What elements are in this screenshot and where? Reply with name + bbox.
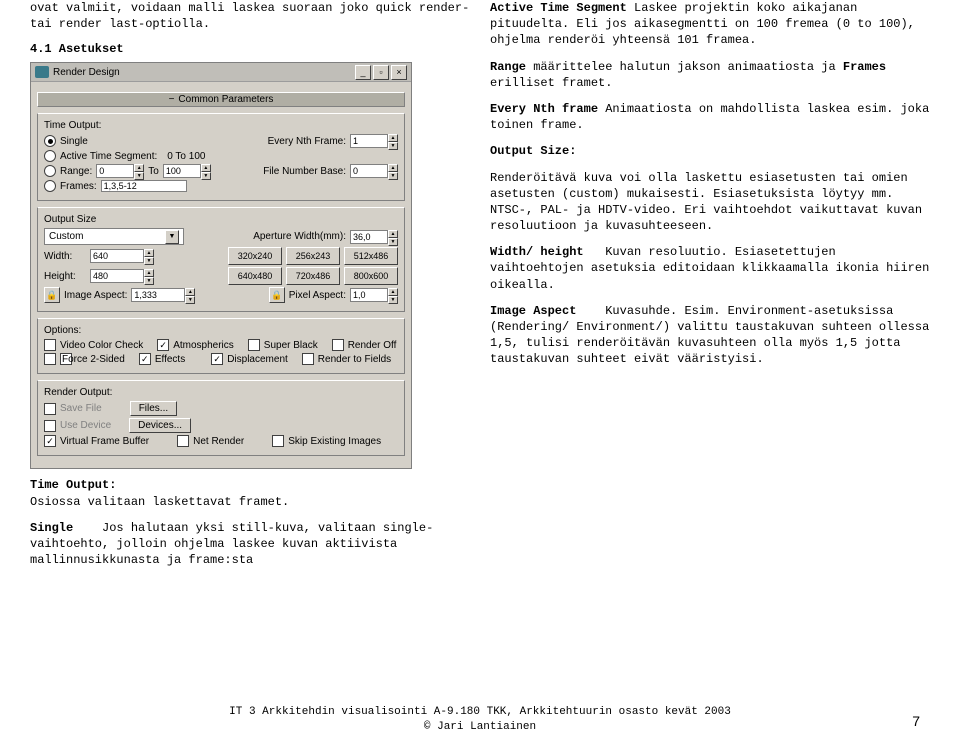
radio-range[interactable] [44,165,56,177]
frames-input[interactable] [101,180,187,192]
file-number-base-input[interactable]: ▲▼ [350,164,398,178]
intro-text: ovat valmiit, voidaan malli laskea suora… [30,0,470,32]
time-output-label: Time Output: [44,120,398,131]
output-size-body: Renderöitävä kuva voi olla laskettu esia… [490,170,930,235]
files-button[interactable]: Files... [130,401,177,416]
page-footer: IT 3 Arkkitehdin visualisointi A-9.180 T… [0,705,960,734]
range-frames-text: Range määrittelee halutun jakson animaat… [490,59,930,91]
lock-icon[interactable]: 🔒 [269,287,285,303]
height-input[interactable]: ▲▼ [90,269,154,283]
output-size-group: Output Size Custom ▼ Aperture Width(mm):… [37,207,405,312]
image-aspect-text: Image Aspect Kuvasuhde. Esim. Environmen… [490,303,930,368]
output-size-label: Output Size [44,214,398,225]
width-input[interactable]: ▲▼ [90,249,154,263]
output-size-heading: Output Size: [490,144,576,158]
aperture-input[interactable]: ▲▼ [350,230,398,244]
lock-icon[interactable]: 🔒 [44,287,60,303]
render-output-group: Render Output: Save File Files... Use De… [37,380,405,456]
render-dialog: Render Design _ ▫ × −Common Parameters T… [30,62,412,469]
devices-button[interactable]: Devices... [129,418,191,433]
common-params-header[interactable]: −Common Parameters [37,92,405,107]
range-to-input[interactable]: ▲▼ [163,164,211,178]
page-number: 7 [912,712,920,730]
check-displacement[interactable] [211,353,223,365]
pixel-aspect-input[interactable]: ▲▼ [350,288,398,302]
options-label: Options: [44,325,398,336]
check-render-off[interactable] [332,339,344,351]
time-output-text: Time Output: Osiossa valitaan laskettava… [30,477,470,509]
dialog-title: Render Design [53,67,120,78]
radio-active-segment[interactable] [44,150,56,162]
check-video-color[interactable] [44,339,56,351]
check-super-black[interactable] [248,339,260,351]
every-nth-text: Every Nth frame Animaatiosta on mahdolli… [490,101,930,133]
dialog-titlebar: Render Design _ ▫ × [31,63,411,82]
check-effects[interactable] [139,353,151,365]
check-use-device[interactable] [44,420,56,432]
time-output-group: Time Output: Single Every Nth Frame: ▲▼ [37,113,405,201]
radio-frames[interactable] [44,180,56,192]
check-net-render[interactable] [177,435,189,447]
preset-dropdown[interactable]: Custom ▼ [44,228,184,245]
check-force-2sided[interactable] [44,353,56,365]
restore-icon[interactable]: ▫ [373,65,389,80]
every-nth-input[interactable]: ▲▼ [350,134,398,148]
width-height-text: Width/ height Kuvan resoluutio. Esiasete… [490,244,930,293]
check-vfb[interactable] [44,435,56,447]
preset-800x600[interactable]: 800x600 [344,267,398,285]
check-skip-existing[interactable] [272,435,284,447]
app-icon [35,66,49,78]
options-group: Options: Video Color Check Atmospherics … [37,318,405,374]
preset-320x240[interactable]: 320x240 [228,247,282,265]
image-aspect-input[interactable]: ▲▼ [131,288,195,302]
active-time-segment-text: Active Time Segment Laskee projektin kok… [490,0,930,49]
check-render-fields[interactable] [302,353,314,365]
preset-640x480[interactable]: 640x480 [228,267,282,285]
chevron-down-icon: ▼ [165,230,179,244]
radio-single[interactable] [44,135,56,147]
preset-512x486[interactable]: 512x486 [344,247,398,265]
close-icon[interactable]: × [391,65,407,80]
preset-720x486[interactable]: 720x486 [286,267,340,285]
check-atmospherics[interactable] [157,339,169,351]
minimize-icon[interactable]: _ [355,65,371,80]
single-text: Single Jos halutaan yksi still-kuva, val… [30,520,470,569]
range-from-input[interactable]: ▲▼ [96,164,144,178]
render-output-label: Render Output: [44,387,398,398]
check-save-file[interactable] [44,403,56,415]
preset-256x243[interactable]: 256x243 [286,247,340,265]
section-heading: 4.1 Asetukset [30,42,470,56]
